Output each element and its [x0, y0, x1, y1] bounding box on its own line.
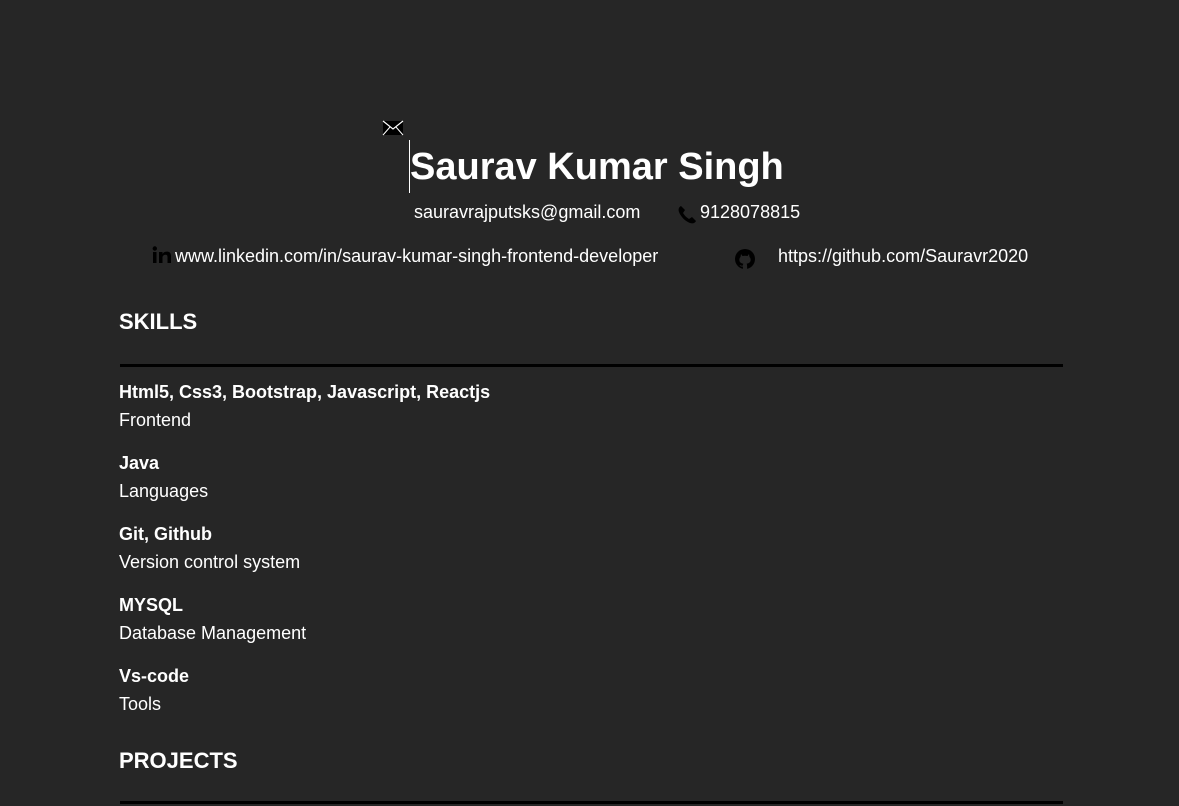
skill-item: MYSQL Database Management	[119, 591, 1019, 662]
email-text[interactable]: sauravrajputsks@gmail.com	[414, 200, 640, 224]
skill-item: Vs-code Tools	[119, 662, 1019, 733]
skill-name: Html5, Css3, Bootstrap, Javascript, Reac…	[119, 382, 491, 402]
skill-category: Frontend	[119, 410, 192, 430]
github-link[interactable]: https://github.com/Sauravr2020	[778, 244, 1028, 268]
resume-page: Saurav Kumar Singh sauravrajputsks@gmail…	[0, 0, 1179, 806]
candidate-name: Saurav Kumar Singh	[410, 146, 784, 188]
skill-name: MYSQL	[119, 595, 184, 615]
skill-name: Vs-code	[119, 666, 190, 686]
skill-name: Java	[119, 453, 160, 473]
phone-text[interactable]: 9128078815	[700, 200, 800, 224]
phone-icon	[678, 206, 696, 224]
skill-name: Git, Github	[119, 524, 212, 544]
skill-category: Tools	[119, 694, 162, 714]
section-divider	[120, 801, 1063, 804]
linkedin-icon	[152, 246, 171, 263]
skills-heading: SKILLS	[119, 309, 198, 334]
section-divider	[120, 364, 1063, 367]
skill-item: Git, Github Version control system	[119, 520, 1019, 591]
skill-item: Java Languages	[119, 449, 1019, 520]
skill-category: Version control system	[119, 552, 301, 572]
skills-list: Html5, Css3, Bootstrap, Javascript, Reac…	[119, 378, 1019, 733]
github-icon	[735, 249, 755, 269]
skill-item: Html5, Css3, Bootstrap, Javascript, Reac…	[119, 378, 1019, 449]
mail-icon	[382, 120, 404, 136]
skill-category: Database Management	[119, 623, 307, 643]
linkedin-link[interactable]: www.linkedin.com/in/saurav-kumar-singh-f…	[175, 244, 658, 268]
skill-category: Languages	[119, 481, 209, 501]
projects-heading: PROJECTS	[119, 748, 238, 773]
